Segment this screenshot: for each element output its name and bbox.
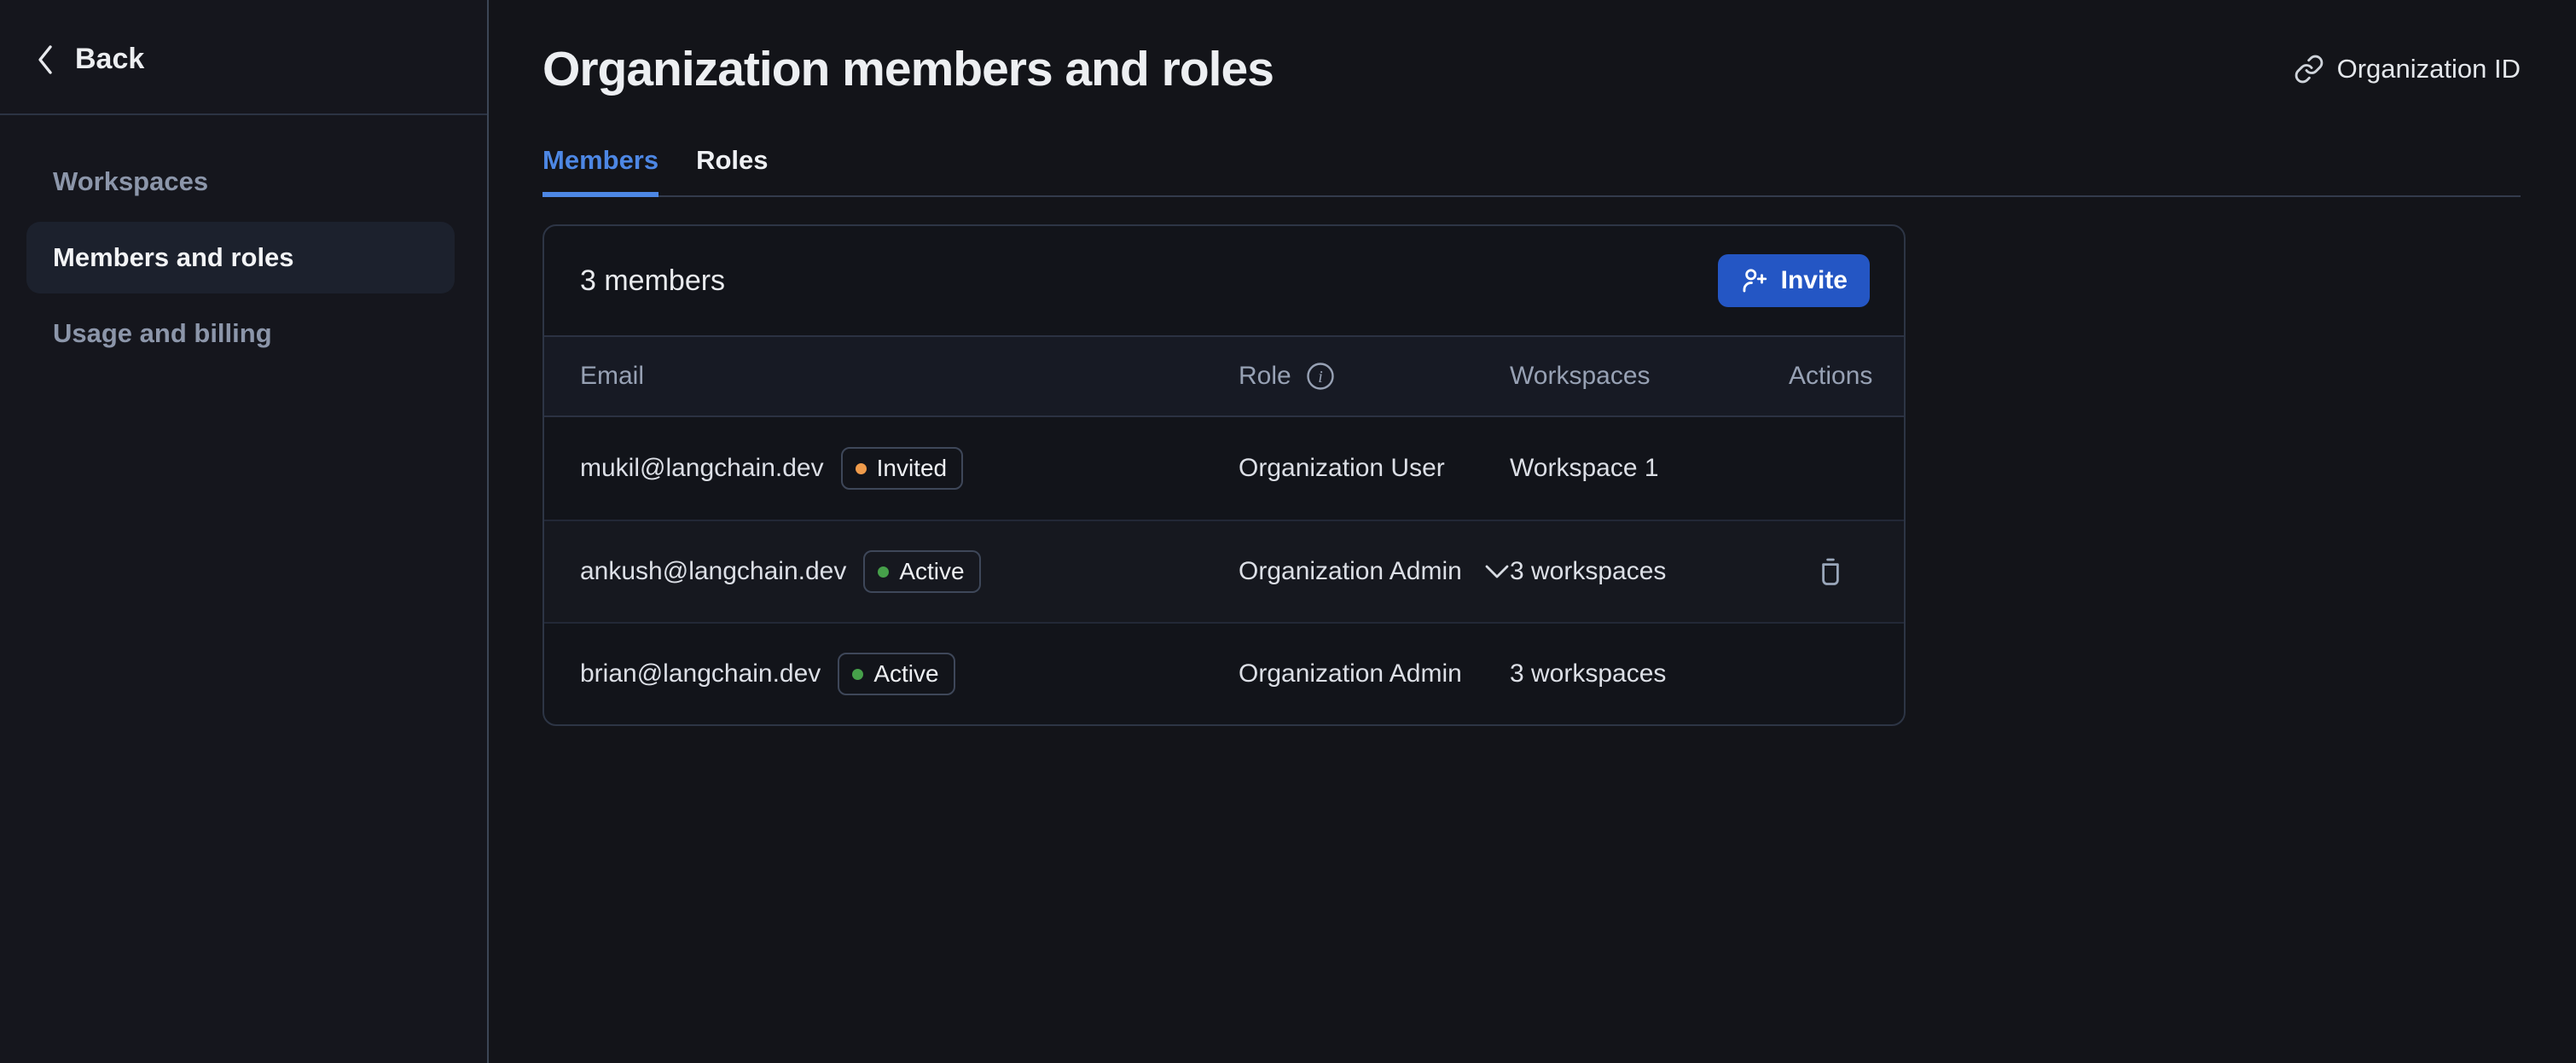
status-badge: Active bbox=[838, 653, 954, 695]
svg-text:i: i bbox=[1318, 368, 1323, 386]
column-header-email: Email bbox=[580, 362, 1239, 391]
member-role: Organization User bbox=[1239, 454, 1445, 483]
tab-members[interactable]: Members bbox=[542, 145, 659, 195]
actions-cell bbox=[1789, 555, 1870, 588]
members-table-body: mukil@langchain.dev Invited Organization… bbox=[544, 417, 1904, 724]
member-workspaces: 3 workspaces bbox=[1510, 557, 1789, 586]
tab-roles[interactable]: Roles bbox=[696, 145, 768, 195]
organization-id-label: Organization ID bbox=[2337, 54, 2521, 84]
members-card: 3 members Invite Email Role bbox=[542, 224, 1906, 726]
sidebar-item-members-and-roles[interactable]: Members and roles bbox=[26, 222, 455, 293]
member-row: ankush@langchain.dev Active Organization… bbox=[544, 520, 1904, 622]
member-count: 3 members bbox=[580, 264, 725, 298]
sidebar-item-workspaces[interactable]: Workspaces bbox=[26, 146, 455, 218]
status-label: Invited bbox=[877, 455, 948, 482]
email-cell: ankush@langchain.dev Active bbox=[580, 550, 1239, 593]
invite-button-label: Invite bbox=[1781, 266, 1848, 295]
organization-id-button[interactable]: Organization ID bbox=[2294, 54, 2521, 84]
status-label: Active bbox=[873, 660, 938, 688]
settings-sidebar: Back Workspaces Members and roles Usage … bbox=[0, 0, 489, 1063]
column-header-role: Role i bbox=[1239, 362, 1510, 391]
role-cell[interactable]: Organization User bbox=[1239, 454, 1510, 483]
member-email: brian@langchain.dev bbox=[580, 659, 821, 688]
actions-cell bbox=[1789, 452, 1870, 485]
back-label: Back bbox=[75, 43, 144, 76]
role-cell[interactable]: Organization Admin bbox=[1239, 557, 1510, 586]
link-icon bbox=[2294, 54, 2324, 84]
status-badge: Active bbox=[863, 550, 980, 593]
page-header: Organization members and roles Organizat… bbox=[542, 41, 2521, 97]
sidebar-item-usage-and-billing[interactable]: Usage and billing bbox=[26, 298, 455, 369]
chevron-left-icon bbox=[36, 44, 55, 76]
role-cell[interactable]: Organization Admin bbox=[1239, 659, 1510, 688]
member-role: Organization Admin bbox=[1239, 557, 1462, 586]
email-cell: brian@langchain.dev Active bbox=[580, 653, 1239, 695]
tab-bar: Members Roles bbox=[542, 145, 2521, 197]
delete-member-button[interactable] bbox=[1815, 555, 1846, 588]
back-button[interactable]: Back bbox=[0, 0, 487, 115]
sidebar-nav: Workspaces Members and roles Usage and b… bbox=[0, 115, 487, 369]
role-chevron-icon[interactable] bbox=[1484, 564, 1510, 579]
email-cell: mukil@langchain.dev Invited bbox=[580, 447, 1239, 490]
column-header-workspaces: Workspaces bbox=[1510, 362, 1789, 391]
member-email: ankush@langchain.dev bbox=[580, 557, 846, 586]
members-card-header: 3 members Invite bbox=[544, 226, 1904, 335]
members-table-header: Email Role i Workspaces Actions bbox=[544, 335, 1904, 417]
status-dot-icon bbox=[856, 463, 867, 474]
member-workspaces: 3 workspaces bbox=[1510, 659, 1789, 688]
member-workspaces: Workspace 1 bbox=[1510, 454, 1789, 483]
status-dot-icon bbox=[852, 669, 863, 680]
status-badge: Invited bbox=[841, 447, 964, 490]
status-label: Active bbox=[899, 558, 964, 585]
member-row: mukil@langchain.dev Invited Organization… bbox=[544, 417, 1904, 520]
main-content: Organization members and roles Organizat… bbox=[489, 0, 2576, 1063]
invite-button[interactable]: Invite bbox=[1718, 254, 1870, 307]
member-row: brian@langchain.dev Active Organization … bbox=[544, 622, 1904, 724]
member-email: mukil@langchain.dev bbox=[580, 454, 824, 483]
column-header-actions: Actions bbox=[1789, 362, 1872, 391]
member-role: Organization Admin bbox=[1239, 659, 1462, 688]
actions-cell bbox=[1789, 658, 1870, 690]
page-title: Organization members and roles bbox=[542, 41, 1273, 97]
info-icon[interactable]: i bbox=[1306, 362, 1335, 391]
user-plus-icon bbox=[1740, 266, 1769, 295]
status-dot-icon bbox=[878, 566, 889, 578]
